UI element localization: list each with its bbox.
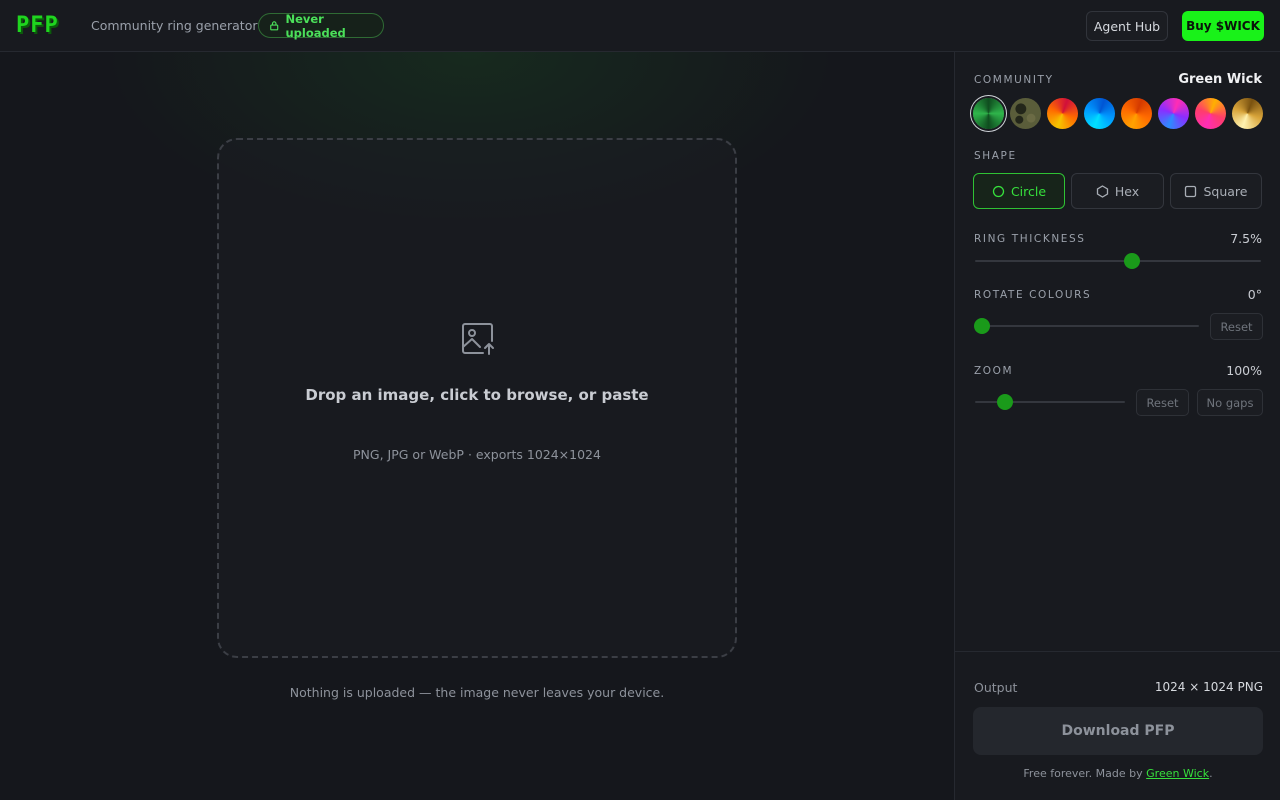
privacy-note: Nothing is uploaded — the image never le… xyxy=(289,685,665,700)
output-section: Output 1024 × 1024 PNG Download PFP Free… xyxy=(955,651,1280,800)
community-swatch-olive[interactable] xyxy=(1010,98,1041,129)
community-swatch-gold[interactable] xyxy=(1232,98,1263,129)
buy-wick-button[interactable]: Buy $WICK xyxy=(1182,11,1264,41)
zoom-slider[interactable] xyxy=(975,394,1125,410)
community-label: COMMUNITY xyxy=(974,74,1054,86)
community-swatch-cyan[interactable] xyxy=(1084,98,1115,129)
zoom-reset-button[interactable]: Reset xyxy=(1136,389,1189,416)
rotate-colours-label: ROTATE COLOURS xyxy=(974,289,1092,301)
shape-square-button[interactable]: Square xyxy=(1170,173,1262,209)
credits-suffix: . xyxy=(1209,767,1213,780)
rotate-reset-button[interactable]: Reset xyxy=(1210,313,1263,340)
zoom-thumb[interactable] xyxy=(997,394,1013,410)
shape-circle-button[interactable]: Circle xyxy=(973,173,1065,209)
zoom-value: 100% xyxy=(1226,363,1262,378)
community-swatch-violet[interactable] xyxy=(1158,98,1189,129)
hexagon-icon xyxy=(1096,184,1109,198)
community-swatch-sunset[interactable] xyxy=(1047,98,1078,129)
ring-thickness-thumb[interactable] xyxy=(1124,253,1141,269)
ring-thickness-label: RING THICKNESS xyxy=(974,233,1086,245)
canvas-area: Drop an image, click to browse, or paste… xyxy=(0,52,954,800)
circle-icon xyxy=(992,185,1005,197)
privacy-badge: Never uploaded xyxy=(258,11,384,40)
zoom-label: ZOOM xyxy=(974,365,1014,377)
rotate-colours-thumb[interactable] xyxy=(973,318,990,334)
agent-hub-button[interactable]: Agent Hub xyxy=(1086,11,1168,41)
credits: Free forever. Made by Green Wick. xyxy=(955,767,1280,780)
ring-thickness-slider[interactable] xyxy=(975,253,1261,269)
rotate-colours-value: 0° xyxy=(1247,287,1262,302)
settings-panel: COMMUNITY Green Wick SHAPE Circle Hex Sq… xyxy=(954,52,1280,800)
app-logo[interactable]: PFP xyxy=(16,13,59,38)
privacy-badge-label: Never uploaded xyxy=(285,11,346,40)
ring-thickness-value: 7.5% xyxy=(1230,231,1262,246)
community-swatch-orange[interactable] xyxy=(1121,98,1152,129)
app-tagline: Community ring generator xyxy=(91,18,258,33)
shape-hex-label: Hex xyxy=(1114,183,1140,199)
output-value: 1024 × 1024 PNG xyxy=(1154,680,1263,694)
community-swatch-green[interactable] xyxy=(973,98,1004,129)
community-swatch-magenta[interactable] xyxy=(1195,98,1226,129)
dropzone-subtitle: PNG, JPG or WebP · exports 1024×1024 xyxy=(353,447,601,462)
download-pfp-button[interactable]: Download PFP xyxy=(973,707,1263,755)
shape-circle-label: Circle xyxy=(1010,183,1047,199)
no-gaps-button[interactable]: No gaps xyxy=(1197,389,1263,416)
shape-square-label: Square xyxy=(1203,183,1248,199)
dropzone-title: Drop an image, click to browse, or paste xyxy=(305,386,649,404)
shape-label: SHAPE xyxy=(974,150,1017,162)
green-wick-link[interactable]: Green Wick xyxy=(1146,767,1209,780)
image-dropzone[interactable]: Drop an image, click to browse, or paste… xyxy=(217,138,737,658)
lock-icon xyxy=(270,21,279,31)
square-icon xyxy=(1185,185,1197,197)
rotate-colours-slider[interactable] xyxy=(973,318,1199,334)
community-selected-name: Green Wick xyxy=(1178,72,1262,87)
shape-hex-button[interactable]: Hex xyxy=(1071,173,1164,209)
credits-prefix: Free forever. Made by xyxy=(1023,767,1147,780)
community-swatches xyxy=(973,98,1265,130)
top-bar: PFP Community ring generator Never uploa… xyxy=(0,0,1280,52)
image-upload-icon xyxy=(462,323,494,355)
output-label: Output xyxy=(974,680,1018,695)
